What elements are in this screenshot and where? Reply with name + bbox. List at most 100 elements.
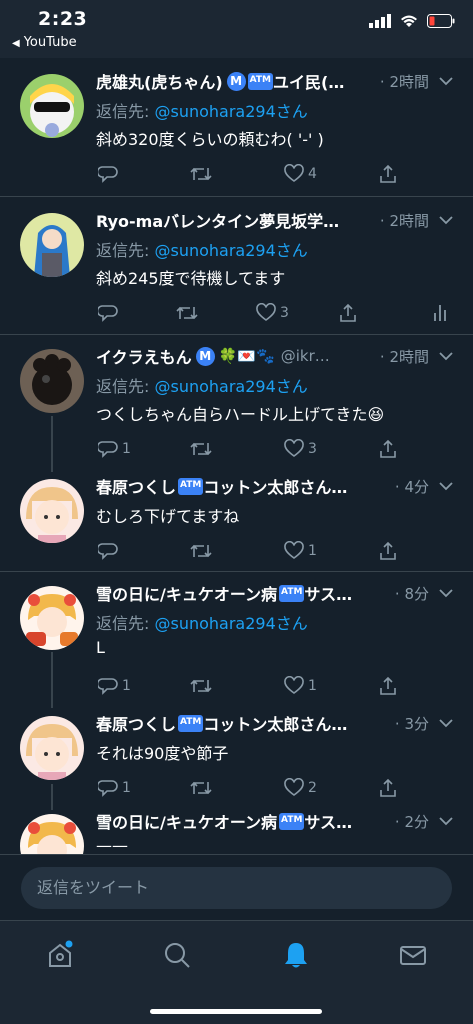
chevron-down-icon[interactable] [439,215,453,225]
tweet[interactable]: 春原つくし ATM コットン太郎さん#… · 3分 それは90度や節子 1 2 [0,702,473,806]
tweet[interactable]: イクラえもん M 🍀💌🐾 @ikr… · 2時間 返信先: @sunohara2… [0,335,473,465]
reply-button[interactable]: 1 [98,439,131,459]
display-name[interactable]: 虎雄丸(虎ちゃん) [96,69,223,93]
mail-icon [400,946,426,965]
retweet-icon [190,442,212,456]
share-button[interactable] [378,676,398,696]
retweet-button[interactable] [190,164,216,184]
tweet[interactable]: 雪の日に/キュケオーン病 ATM サス… · 2分 —— [0,806,473,854]
like-button[interactable]: 4 [284,164,317,184]
reply-button[interactable] [98,164,122,184]
tweet-header: 春原つくし ATM コットン太郎さん#… · 4分 [96,475,453,497]
chevron-down-icon[interactable] [439,588,453,598]
analytics-icon [434,305,446,321]
tweet[interactable]: 虎雄丸(虎ちゃん) M ATM ユイ民(… · 2時間 返信先: @sunoha… [0,58,473,196]
reply-mention-link[interactable]: @sunohara294さん [154,102,307,121]
chevron-down-icon[interactable] [439,76,453,86]
display-name[interactable]: 春原つくし [96,711,176,735]
chevron-down-icon[interactable] [439,351,453,361]
atm-badge-icon: ATM [279,584,305,602]
display-name[interactable]: 雪の日に/キュケオーン病 [96,809,277,833]
tweet-actions: 3 [96,303,456,325]
tweet[interactable]: 雪の日に/キュケオーン病 ATM サス… · 8分 返信先: @sunohara… [0,572,473,702]
heart-icon [284,541,304,559]
share-icon [380,164,396,183]
reply-icon [98,543,118,560]
avatar[interactable] [20,349,84,413]
avatar[interactable] [20,74,84,138]
reply-icon [98,305,118,322]
reply-mention-link[interactable]: @sunohara294さん [154,377,307,396]
reply-button[interactable] [98,541,122,561]
retweet-icon [176,306,198,320]
like-button[interactable]: 1 [284,676,317,696]
status-time: 2:23 [38,8,88,30]
reply-button[interactable]: 1 [98,778,131,798]
share-button[interactable] [378,541,398,561]
display-name[interactable]: 雪の日に/キュケオーン病 [96,581,277,605]
share-button[interactable] [378,439,398,459]
display-name[interactable]: 春原つくし [96,474,176,498]
like-count: 1 [308,543,317,559]
bottom-tab-bar [0,920,473,1024]
analytics-button[interactable] [432,303,448,323]
avatar[interactable] [20,479,84,543]
chevron-down-icon[interactable] [439,816,453,826]
like-button[interactable]: 2 [284,778,317,798]
retweet-button[interactable] [190,676,216,696]
avatar[interactable] [20,716,84,780]
reply-button[interactable]: 1 [98,676,131,696]
avatar[interactable] [20,814,84,854]
share-button[interactable] [378,778,398,798]
battery-icon [427,14,455,28]
like-count: 2 [308,780,317,796]
reply-to-prefix: 返信先: [96,102,155,121]
display-name[interactable]: Ryo-maバレンタイン夢見坂学… [96,208,339,232]
tab-home[interactable] [40,935,80,975]
back-to-app-link[interactable]: ◀ YouTube [12,35,77,50]
atm-badge-icon: ATM [178,477,204,495]
reply-icon [98,441,118,458]
reply-mention-link[interactable]: @sunohara294さん [154,241,307,260]
heart-icon [284,164,304,182]
chevron-down-icon[interactable] [439,481,453,491]
user-handle[interactable]: @ikr… [281,347,330,365]
retweet-button[interactable] [190,541,216,561]
reply-timeline[interactable]: 虎雄丸(虎ちゃん) M ATM ユイ民(… · 2時間 返信先: @sunoha… [0,58,473,854]
avatar[interactable] [20,586,84,650]
display-name[interactable]: イクラえもん [96,344,192,368]
chevron-down-icon[interactable] [439,718,453,728]
tweet[interactable]: 春原つくし ATM コットン太郎さん#… · 4分 むしろ下げてますね 1 [0,465,473,571]
reply-button[interactable] [98,303,122,323]
tab-search[interactable] [157,935,197,975]
reply-to-prefix: 返信先: [96,241,155,260]
retweet-button[interactable] [176,303,202,323]
retweet-icon [190,679,212,693]
tweet-actions: 1 1 [96,676,456,698]
tweet-actions: 1 2 [96,778,456,800]
like-button[interactable]: 3 [284,439,317,459]
tweet-actions: 1 [96,541,456,563]
share-icon [380,676,396,695]
share-button[interactable] [378,164,398,184]
share-button[interactable] [338,303,358,323]
reply-input[interactable]: 返信をツイート [21,867,452,909]
like-button[interactable]: 3 [256,303,289,323]
retweet-icon [190,781,212,795]
tweet[interactable]: Ryo-maバレンタイン夢見坂学… · 2時間 返信先: @sunohara29… [0,197,473,334]
like-button[interactable]: 1 [284,541,317,561]
tweet-header: 雪の日に/キュケオーン病 ATM サス… · 8分 [96,582,453,604]
like-count: 4 [308,166,317,182]
tab-notifications[interactable] [276,935,316,975]
tweet-header: 春原つくし ATM コットン太郎さん#… · 3分 [96,712,453,734]
retweet-button[interactable] [190,778,216,798]
tweet-text: つくしちゃん自らハードル上げてきた😆 [96,405,385,424]
tweet-text: —— [96,836,128,854]
tab-messages[interactable] [393,935,433,975]
reply-mention-link[interactable]: @sunohara294さん [154,614,307,633]
status-bar: 2:23 ◀ YouTube [0,0,473,58]
reply-to-line: 返信先: @sunohara294さん [96,98,308,122]
retweet-button[interactable] [190,439,216,459]
avatar[interactable] [20,213,84,277]
home-indicator[interactable] [150,1009,322,1014]
